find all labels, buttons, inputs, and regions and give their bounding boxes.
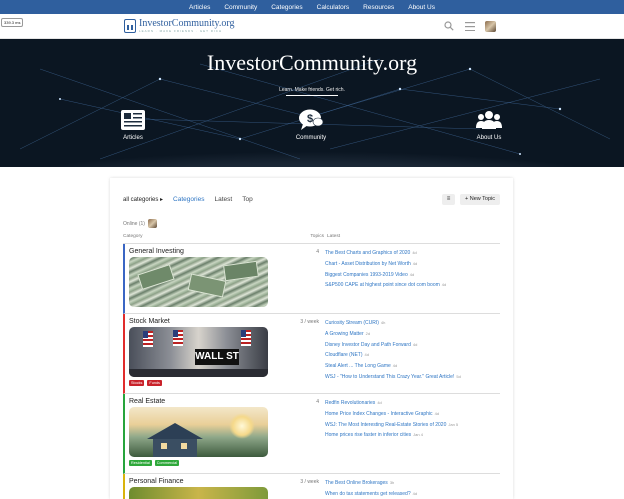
tag-commercial[interactable]: Commercial: [154, 460, 180, 466]
wall-street-sign-icon: WALL ST: [195, 349, 239, 365]
hero-banner: InvestorCommunity.org Learn. Make friend…: [0, 39, 624, 167]
topic-link[interactable]: WSJ: The Most Interesting Real-Estate St…: [325, 420, 500, 431]
online-user-avatar[interactable]: [147, 219, 157, 228]
category-topic-count: 4: [316, 399, 319, 405]
column-topics: Topics: [310, 234, 324, 239]
tab-latest[interactable]: Latest: [214, 196, 232, 203]
latest-topics: Curiosity Stream (CURI) 4h A Growing Matt…: [325, 318, 500, 389]
speech-dollar-icon: $: [291, 109, 331, 131]
hero-label-about-us: About Us: [476, 135, 502, 141]
category-image-money[interactable]: [129, 257, 268, 307]
topic-link[interactable]: Biggest Companies 1993-2019 Video 4d: [325, 270, 500, 281]
filter-bar: all categories ▸ Categories Latest Top ≡…: [123, 193, 500, 205]
tag-stocks[interactable]: Stocks: [129, 380, 145, 386]
category-row-real-estate[interactable]: Real Estate Residential Commercial 4 Red…: [123, 394, 500, 474]
tab-categories[interactable]: Categories: [173, 196, 204, 203]
topic-link[interactable]: WSJ - "How to Understand This Crazy Year…: [325, 372, 500, 383]
category-image-house[interactable]: [129, 407, 268, 457]
category-name[interactable]: General Investing: [129, 248, 299, 255]
category-dropdown[interactable]: all categories ▸: [123, 196, 163, 203]
hero-link-about-us[interactable]: About Us: [469, 109, 509, 141]
category-topic-count: 3 / week: [300, 479, 319, 485]
nav-categories[interactable]: Categories: [271, 4, 302, 11]
site-header: InvestorCommunity.org LEARN · MAKE FRIEN…: [0, 14, 624, 39]
latest-topics: Redfin Revolutionaries 4d Home Price Inde…: [325, 398, 500, 469]
category-name[interactable]: Stock Market: [129, 318, 299, 325]
category-image-wall-street[interactable]: WALL ST: [129, 327, 268, 377]
topic-link[interactable]: Redfin Revolutionaries 4d: [325, 398, 500, 409]
latest-topics: The Best Charts and Graphics of 2020 4d C…: [325, 248, 500, 309]
topic-link[interactable]: Home Price Index Changes - Interactive G…: [325, 409, 500, 420]
chevron-right-icon: ▸: [160, 196, 164, 203]
tag-residential[interactable]: Residential: [129, 460, 152, 466]
topic-link[interactable]: Steal Alert ... The Long Game 4d: [325, 361, 500, 372]
list-menu-button[interactable]: ≡: [441, 193, 455, 205]
category-topic-count: 3 / week: [300, 319, 319, 325]
hero-divider: [286, 95, 338, 96]
online-users: Online (1): [123, 219, 500, 228]
category-row-stock-market[interactable]: Stock Market WALL ST Stocks Funds 3 / we…: [123, 314, 500, 394]
nav-community[interactable]: Community: [224, 4, 257, 11]
nav-calculators[interactable]: Calculators: [317, 4, 350, 11]
hamburger-menu-icon[interactable]: [464, 21, 475, 32]
hero-label-community: Community: [295, 135, 327, 141]
category-topic-count: 4: [316, 249, 319, 255]
new-topic-button[interactable]: + New Topic: [459, 193, 500, 205]
hero-link-community[interactable]: $ Community: [291, 109, 331, 141]
hero-title: InvestorCommunity.org: [206, 50, 418, 75]
search-icon[interactable]: [443, 21, 454, 32]
topic-link[interactable]: The Best Charts and Graphics of 2020 4d: [325, 248, 500, 259]
hero-subtitle: Learn. Make friends. Get rich.: [279, 87, 345, 93]
topic-link[interactable]: Home prices rise faster in inferior citi…: [325, 430, 500, 441]
topic-link[interactable]: Disney Investor Day and Path Forward 4d: [325, 340, 500, 351]
latest-topics: The Best Online Brokerages 3h When do tax…: [325, 478, 500, 499]
tag-funds[interactable]: Funds: [147, 380, 162, 386]
column-category: Category: [123, 234, 143, 239]
nav-articles[interactable]: Articles: [189, 4, 210, 11]
plus-icon: +: [464, 195, 469, 202]
logo-title: InvestorCommunity.org: [139, 18, 235, 29]
category-name[interactable]: Real Estate: [129, 398, 299, 405]
document-list-icon: [113, 109, 153, 131]
top-navigation: Articles Community Categories Calculator…: [0, 0, 624, 14]
topic-link[interactable]: When do tax statements get released? 4d: [325, 489, 500, 499]
logo-mark-icon: [124, 19, 136, 33]
svg-text:$: $: [307, 113, 313, 125]
topic-link[interactable]: Curiosity Stream (CURI) 4h: [325, 318, 500, 329]
nav-about-us[interactable]: About Us: [408, 4, 435, 11]
topic-link[interactable]: S&P500 CAPE at highest point since dot c…: [325, 280, 500, 291]
hero-link-articles[interactable]: Articles: [113, 109, 153, 141]
category-row-general-investing[interactable]: General Investing 4 The Best Charts and …: [123, 244, 500, 314]
topic-link[interactable]: Cloudflare (NET) 4d: [325, 350, 500, 361]
topic-link[interactable]: Chart - Asset Distribution by Net Worth 4…: [325, 259, 500, 270]
user-avatar[interactable]: [485, 20, 496, 32]
site-logo[interactable]: InvestorCommunity.org LEARN · MAKE FRIEN…: [124, 19, 235, 33]
nav-resources[interactable]: Resources: [363, 4, 394, 11]
category-image-personal-finance[interactable]: [129, 487, 268, 499]
column-headers: Category Topics Latest: [123, 234, 500, 244]
hero-label-articles: Articles: [123, 135, 143, 141]
topic-link[interactable]: The Best Online Brokerages 3h: [325, 478, 500, 489]
online-count: Online (1): [123, 220, 145, 227]
category-row-personal-finance[interactable]: Personal Finance 3 / week The Best Onlin…: [123, 474, 500, 499]
users-icon: [469, 109, 509, 131]
profiler-badge[interactable]: 339.3 ms: [1, 18, 24, 27]
categories-panel: all categories ▸ Categories Latest Top ≡…: [110, 178, 513, 499]
column-latest: Latest: [327, 234, 341, 239]
category-tags: Residential Commercial: [129, 460, 299, 466]
category-tags: Stocks Funds: [129, 380, 299, 386]
logo-subtitle: LEARN · MAKE FRIENDS · GET RICH: [139, 29, 223, 33]
tab-top[interactable]: Top: [242, 196, 252, 203]
category-name[interactable]: Personal Finance: [129, 478, 299, 485]
topic-link[interactable]: A Growing Matter 2d: [325, 329, 500, 340]
